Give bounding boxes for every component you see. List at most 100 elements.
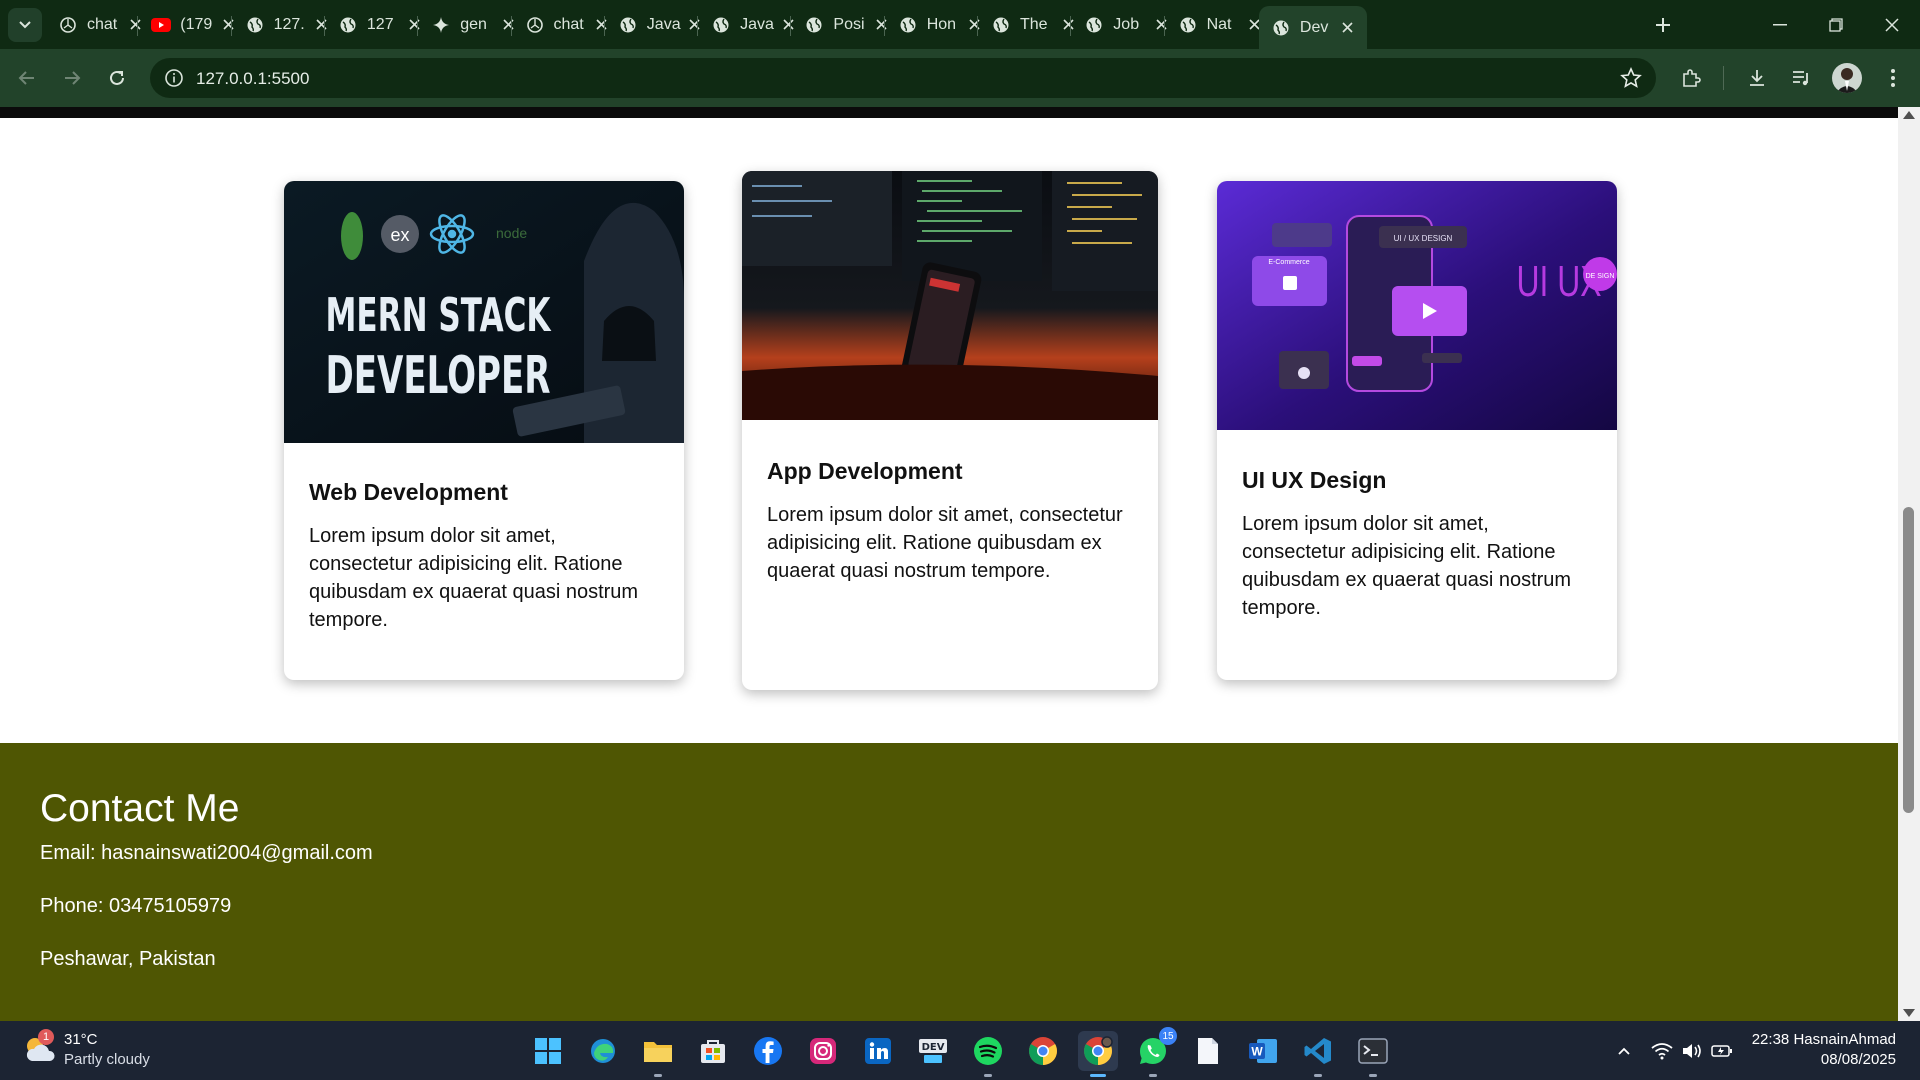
close-icon: [1885, 17, 1899, 32]
clock-user: HasnainAhmad: [1793, 1031, 1896, 1048]
arrow-right-icon: [65, 71, 81, 85]
taskbar-dev[interactable]: DEV: [913, 1031, 953, 1071]
person-avatar-icon: [1836, 68, 1858, 93]
chrome-profile-icon: [1084, 1036, 1113, 1065]
svg-text:node: node: [496, 225, 527, 241]
tab-search-button[interactable]: [8, 8, 42, 42]
close-window-button[interactable]: [1864, 0, 1920, 49]
gemini-icon: [431, 15, 451, 35]
back-button[interactable]: [10, 61, 44, 95]
wifi-status[interactable]: [1650, 1039, 1674, 1063]
taskbar-edge[interactable]: [583, 1031, 623, 1071]
scroll-up-arrow-icon[interactable]: [1903, 111, 1915, 119]
tab-title: Java: [646, 15, 681, 33]
media-controls-button[interactable]: [1784, 61, 1818, 95]
url-text: 127.0.0.1:5500: [196, 69, 310, 88]
show-hidden-icons-button[interactable]: [1612, 1039, 1636, 1063]
chrome-menu-button[interactable]: [1876, 61, 1910, 95]
restore-icon: [1829, 17, 1843, 32]
windows-start-icon: [535, 1038, 561, 1064]
taskbar-terminal[interactable]: [1353, 1031, 1393, 1077]
browser-toolbar: 127.0.0.1:5500: [0, 49, 1920, 107]
clock-time: 22:38: [1751, 1031, 1790, 1048]
tab-separator: [1070, 16, 1072, 36]
chevron-down-icon: [19, 21, 31, 29]
wifi-icon: [1651, 1043, 1673, 1060]
word-icon: W: [1249, 1039, 1277, 1063]
new-tab-button[interactable]: [1648, 10, 1678, 40]
profile-avatar[interactable]: [1832, 63, 1862, 93]
edge-icon: [591, 1039, 615, 1063]
tab-title: Job: [1113, 15, 1140, 33]
tab-close-icon[interactable]: [1339, 19, 1357, 37]
service-card-uiux: UI / UX DESIGN E-Commerce UI UX DE SIGN …: [1217, 181, 1617, 680]
contact-address: Peshawar, Pakistan: [40, 948, 216, 970]
uiux-design-image: UI / UX DESIGN E-Commerce UI UX DE SIGN: [1217, 181, 1617, 430]
tab-title: Java: [740, 15, 774, 33]
taskbar-whatsapp[interactable]: 15: [1133, 1027, 1177, 1077]
file-explorer-icon: [644, 1042, 672, 1062]
svg-text:DEV: DEV: [922, 1042, 945, 1053]
taskbar-store[interactable]: [693, 1031, 733, 1071]
restore-button[interactable]: [1808, 0, 1864, 49]
tab-separator: [977, 16, 978, 36]
tab-title: Nat: [1206, 15, 1232, 33]
windows-taskbar: 1 31°C Partly cloudy DEV 15 W 22:38 Hasn…: [0, 1021, 1920, 1080]
taskbar-notepad[interactable]: [1188, 1031, 1228, 1071]
taskbar-vscode[interactable]: [1298, 1031, 1338, 1077]
scroll-down-arrow-icon[interactable]: [1903, 1009, 1915, 1017]
volume-icon: [1683, 1044, 1701, 1058]
vscode-icon: [1304, 1038, 1331, 1064]
taskbar-facebook[interactable]: [748, 1031, 788, 1071]
browser-tab[interactable]: Nat: [1166, 6, 1274, 43]
tab-title: Dev: [1299, 18, 1329, 36]
contact-email: Email: hasnainswati2004@gmail.com: [40, 842, 373, 864]
page-scrollbar[interactable]: [1898, 107, 1920, 1021]
taskbar-chrome-profile[interactable]: [1078, 1031, 1118, 1077]
contact-heading: Contact Me: [40, 787, 240, 830]
taskbar-instagram[interactable]: [803, 1031, 843, 1071]
tab-title: chat: [553, 15, 584, 33]
taskbar-spotify[interactable]: [968, 1031, 1008, 1077]
facebook-icon: [754, 1037, 782, 1065]
spotify-icon: [974, 1037, 1002, 1065]
start-button[interactable]: [528, 1031, 568, 1071]
weather-widget[interactable]: 1 31°C Partly cloudy: [22, 1029, 222, 1073]
linkedin-icon: [865, 1038, 891, 1064]
extensions-button[interactable]: [1674, 61, 1708, 95]
taskbar-word[interactable]: W: [1243, 1031, 1283, 1071]
page-nav-edge: [0, 107, 1920, 118]
taskbar-linkedin[interactable]: [858, 1031, 898, 1071]
globe-icon: [618, 15, 638, 35]
clock-date: 08/08/2025: [1820, 1051, 1896, 1068]
bookmark-star-icon[interactable]: [1620, 67, 1642, 89]
uiux-label2: E-Commerce: [1268, 259, 1309, 266]
tab-separator: [510, 16, 512, 36]
globe-icon: [1178, 15, 1198, 35]
card-text: Lorem ipsum dolor sit amet, consectetur …: [1242, 513, 1572, 619]
browser-tab[interactable]: Dev: [1258, 6, 1367, 49]
arrow-left-icon: [18, 71, 34, 85]
scroll-thumb[interactable]: [1903, 507, 1914, 813]
downloads-button[interactable]: [1740, 61, 1774, 95]
weather-temp: 31°C: [64, 1031, 98, 1048]
taskbar-file-explorer[interactable]: [638, 1031, 678, 1077]
battery-status[interactable]: [1710, 1039, 1734, 1063]
tab-separator: [697, 16, 699, 36]
tab-title: Hon: [926, 15, 957, 33]
tab-separator: [790, 16, 792, 36]
whatsapp-unread-badge: 15: [1159, 1027, 1177, 1045]
address-bar[interactable]: 127.0.0.1:5500: [150, 58, 1656, 98]
svg-text:ex: ex: [390, 225, 409, 245]
playlist-icon: [1793, 71, 1808, 86]
contact-section: Contact Me Email: hasnainswati2004@gmail…: [0, 743, 1898, 1021]
tab-separator: [883, 16, 885, 36]
forward-button[interactable]: [55, 61, 89, 95]
taskbar-chrome[interactable]: [1023, 1031, 1063, 1071]
system-clock[interactable]: 22:38 HasnainAhmad 08/08/2025: [1752, 1030, 1896, 1070]
reload-button[interactable]: [100, 61, 134, 95]
tab-title: Posi: [833, 15, 865, 33]
volume-status[interactable]: [1680, 1039, 1704, 1063]
minimize-button[interactable]: [1752, 0, 1808, 49]
plus-icon: [1656, 18, 1670, 32]
